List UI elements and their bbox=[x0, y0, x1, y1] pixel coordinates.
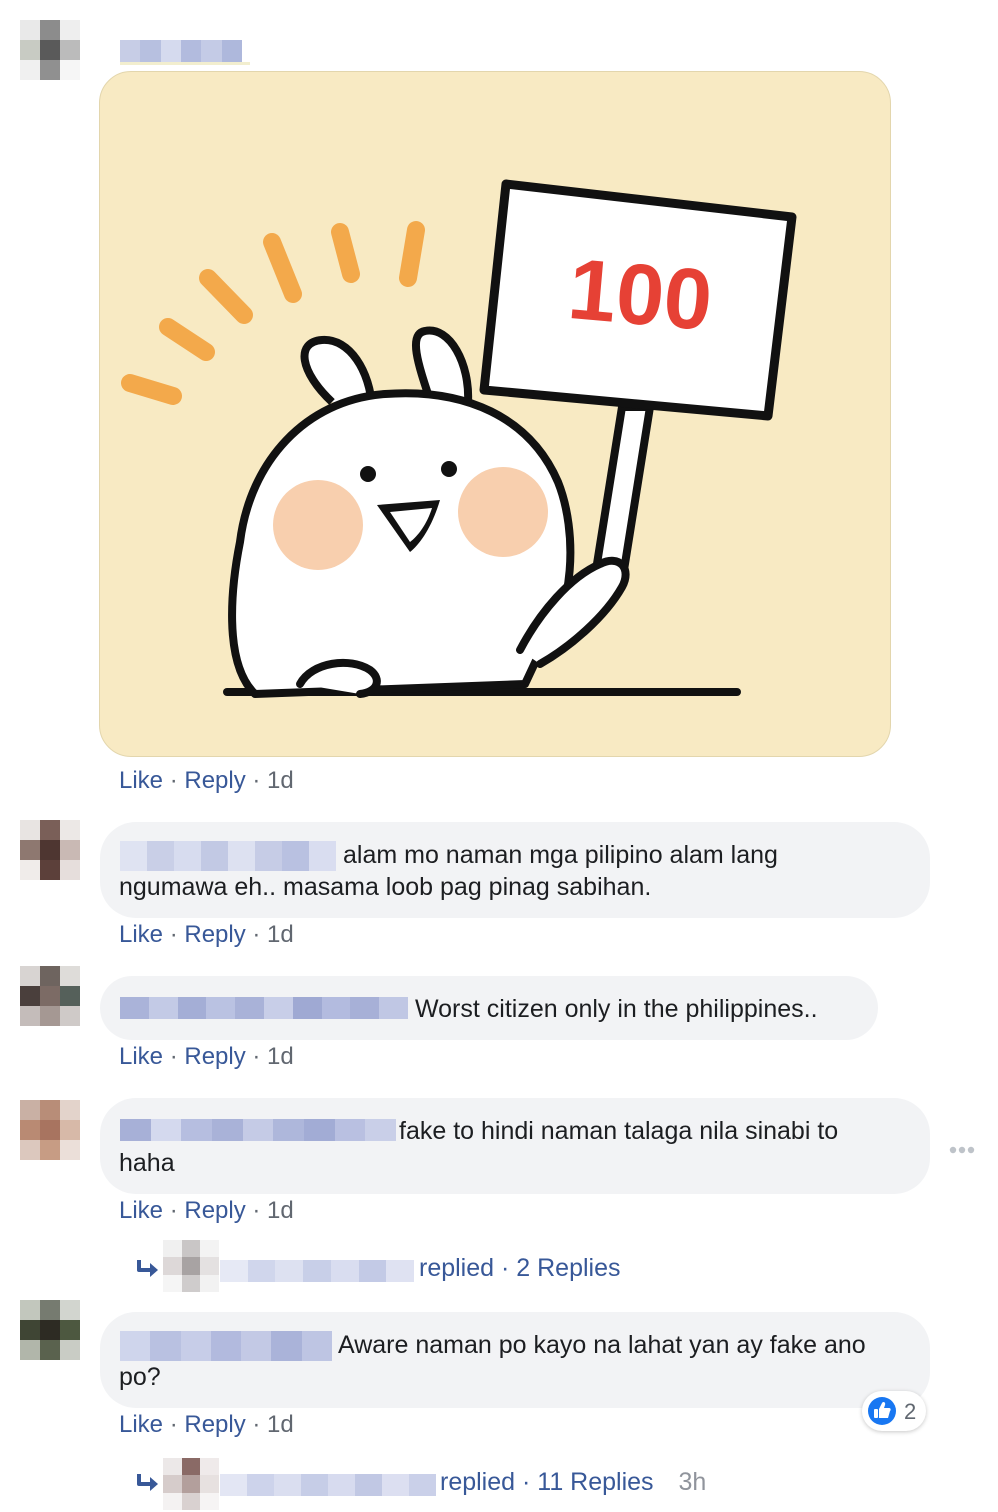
comment-actions: Like · Reply · 1d bbox=[119, 1411, 294, 1439]
like-link[interactable]: Like bbox=[119, 921, 163, 948]
separator: · bbox=[163, 921, 185, 948]
replies-summary[interactable]: replied · 11 Replies 3h bbox=[440, 1468, 706, 1497]
reply-arrow-icon bbox=[137, 1260, 158, 1277]
comment-text: ngumawa eh.. masama loob pag pinag sabih… bbox=[119, 873, 652, 901]
replied-label[interactable]: replied bbox=[440, 1468, 515, 1496]
comment-text: Aware naman po kayo na lahat yan ay fake… bbox=[338, 1331, 866, 1359]
avatar[interactable] bbox=[20, 20, 80, 80]
separator: · bbox=[163, 1411, 185, 1438]
separator: · bbox=[245, 1411, 268, 1438]
timestamp[interactable]: 1d bbox=[267, 767, 294, 794]
timestamp[interactable]: 1d bbox=[267, 1411, 294, 1438]
separator: · bbox=[245, 1043, 268, 1070]
like-link[interactable]: Like bbox=[119, 767, 163, 794]
timestamp[interactable]: 1d bbox=[267, 1043, 294, 1070]
like-thumb-icon bbox=[866, 1395, 898, 1427]
reply-link[interactable]: Reply bbox=[184, 767, 245, 794]
comment-actions: Like · Reply · 1d bbox=[119, 1043, 294, 1071]
comment-text: haha bbox=[119, 1149, 175, 1177]
separator: · bbox=[245, 1197, 268, 1224]
replier-name-redacted[interactable] bbox=[220, 1474, 436, 1496]
commenter-name-redacted[interactable] bbox=[120, 1331, 332, 1361]
commenter-name-redacted[interactable] bbox=[120, 997, 408, 1019]
comment-actions: Like · Reply · 1d bbox=[119, 1197, 294, 1225]
comment-text: po? bbox=[119, 1363, 161, 1391]
separator: · bbox=[163, 1197, 185, 1224]
like-link[interactable]: Like bbox=[119, 1043, 163, 1070]
replies-timestamp: 3h bbox=[678, 1468, 707, 1496]
avatar[interactable] bbox=[20, 820, 80, 880]
reaction-count: 2 bbox=[904, 1399, 917, 1424]
comment-text: alam mo naman mga pilipino alam lang bbox=[343, 841, 778, 869]
timestamp[interactable]: 1d bbox=[267, 1197, 294, 1224]
separator: · bbox=[245, 767, 268, 794]
reply-link[interactable]: Reply bbox=[184, 1043, 245, 1070]
separator: · bbox=[515, 1468, 538, 1496]
avatar[interactable] bbox=[20, 966, 80, 1026]
more-horizontal-icon[interactable] bbox=[949, 1146, 975, 1154]
replied-label[interactable]: replied bbox=[419, 1254, 494, 1282]
reply-link[interactable]: Reply bbox=[184, 921, 245, 948]
replies-count-link[interactable]: 2 Replies bbox=[516, 1254, 620, 1282]
separator: · bbox=[163, 767, 185, 794]
comment-text: fake to hindi naman talaga nila sinabi t… bbox=[399, 1117, 839, 1145]
timestamp[interactable]: 1d bbox=[267, 921, 294, 948]
commenter-name-redacted[interactable] bbox=[120, 841, 336, 871]
replies-summary[interactable]: replied · 2 Replies bbox=[419, 1254, 621, 1283]
avatar[interactable] bbox=[20, 1300, 80, 1360]
reply-link[interactable]: Reply bbox=[184, 1411, 245, 1438]
replies-count-link[interactable]: 11 Replies bbox=[537, 1468, 653, 1496]
reply-arrow-icon bbox=[137, 1474, 158, 1491]
replier-name-redacted[interactable] bbox=[220, 1260, 415, 1282]
reaction-summary[interactable]: 2 bbox=[862, 1391, 926, 1431]
comment-actions: Like · Reply · 1d bbox=[119, 767, 294, 795]
bunny-100-sticker: 100 bbox=[121, 179, 797, 698]
like-link[interactable]: Like bbox=[119, 1197, 163, 1224]
reply-link[interactable]: Reply bbox=[184, 1197, 245, 1224]
name-underline bbox=[120, 62, 250, 65]
reply-avatar[interactable] bbox=[163, 1240, 219, 1292]
comment-text: Worst citizen only in the philippines.. bbox=[415, 995, 818, 1023]
like-link[interactable]: Like bbox=[119, 1411, 163, 1438]
sticker-image[interactable]: 100 bbox=[99, 71, 891, 757]
sign-text: 100 bbox=[565, 241, 716, 349]
reply-avatar[interactable] bbox=[163, 1458, 219, 1510]
separator: · bbox=[245, 921, 268, 948]
separator: · bbox=[163, 1043, 185, 1070]
separator: · bbox=[494, 1254, 517, 1282]
commenter-name-redacted[interactable] bbox=[120, 1119, 397, 1141]
avatar[interactable] bbox=[20, 1100, 80, 1160]
comment-actions: Like · Reply · 1d bbox=[119, 921, 294, 949]
commenter-name-redacted[interactable] bbox=[120, 40, 242, 62]
